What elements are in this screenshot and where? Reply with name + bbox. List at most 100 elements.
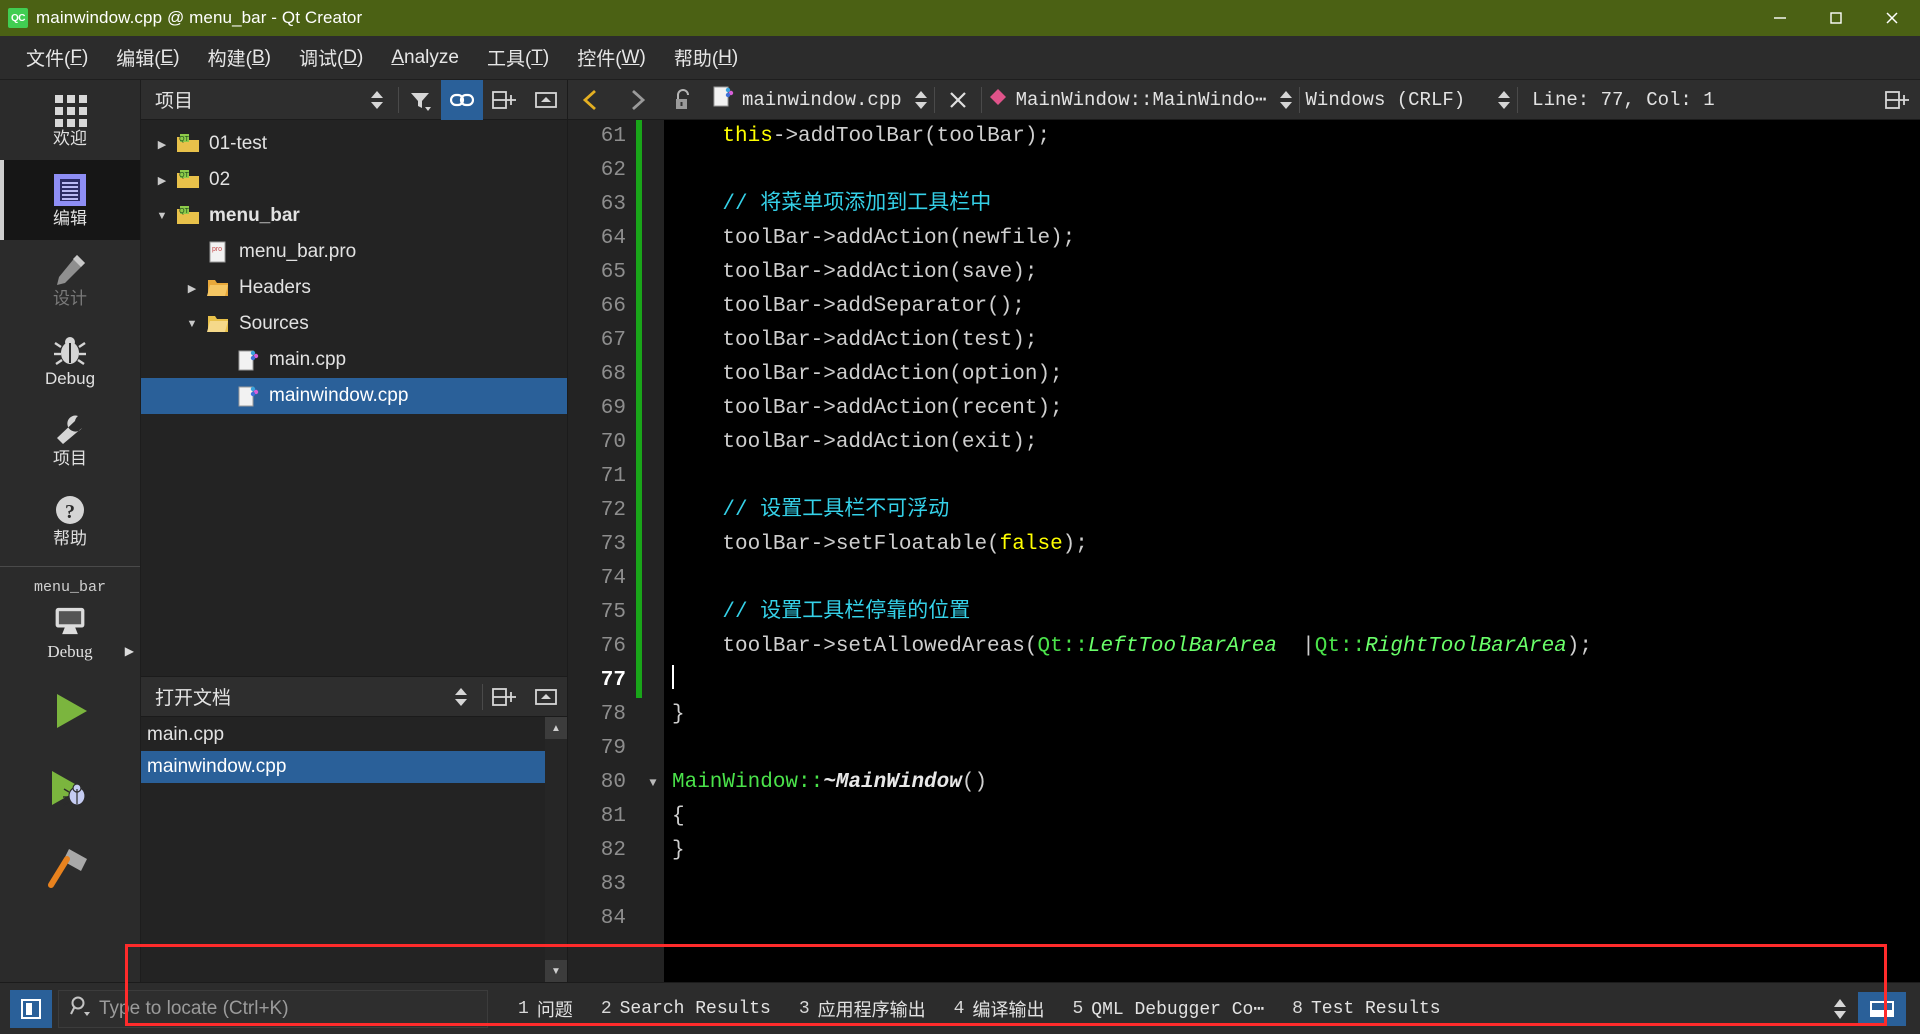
unlocked-icon[interactable] (660, 80, 706, 120)
mode-设计[interactable]: 设计 (0, 240, 140, 320)
scroll-down-icon[interactable]: ▼ (545, 960, 567, 982)
window-title: mainwindow.cpp @ menu_bar - Qt Creator (36, 8, 363, 27)
locator-placeholder: Type to locate (Ctrl+K) (99, 997, 289, 1019)
code-text[interactable]: this->addToolBar(toolBar); // 将菜单项添加到工具栏… (664, 120, 1920, 982)
maximize-button[interactable] (1808, 0, 1864, 36)
open-document-item[interactable]: main.cpp (141, 719, 545, 751)
menu-item-4[interactable]: 调试(D) (285, 36, 377, 80)
code-editor[interactable]: 61 62 63 64 65 66 67 68 69 70 71 72 73 74 75 76 77 78 79 80… (568, 120, 1920, 982)
current-file-selector[interactable]: mainwindow.cpp (706, 80, 934, 120)
output-pane-button[interactable]: 8 Test Results (1278, 990, 1454, 1028)
updown-arrows-icon[interactable] (1275, 90, 1293, 110)
project-tree[interactable]: ▶ QT 01-test ▶ QT 02 ▼ QT menu_bar pro menu_bar.pr… (141, 120, 567, 676)
run-button[interactable] (0, 672, 140, 750)
line-number: 84 (600, 907, 626, 930)
tree-item-label: 01-test (209, 133, 268, 154)
close-panel-icon[interactable] (525, 677, 567, 717)
split-add-icon[interactable] (1874, 80, 1920, 120)
code-line: toolBar->setAllowedAreas(Qt::LeftToolBar… (672, 635, 1593, 658)
symbol-selector[interactable]: MainWindow::MainWindo⋯ (982, 80, 1299, 120)
tree-item[interactable]: pro menu_bar.pro (141, 234, 567, 270)
tree-item[interactable]: mainwindow.cpp (141, 378, 567, 414)
svg-text:pro: pro (212, 246, 222, 253)
maximize-output-icon[interactable] (1858, 991, 1906, 1026)
updown-arrows-icon[interactable] (356, 80, 398, 120)
menu-item-3[interactable]: 构建(B) (194, 36, 285, 80)
chevron-right-icon[interactable]: ▶ (149, 174, 175, 187)
tree-item[interactable]: ▼ Sources (141, 306, 567, 342)
editor-area: mainwindow.cpp MainWindow::MainWindo⋯ Wi… (568, 80, 1920, 982)
mode-项目[interactable]: 项目 (0, 400, 140, 480)
menu-item-6[interactable]: 工具(T) (473, 36, 563, 80)
tree-item[interactable]: ▶ Headers (141, 270, 567, 306)
updown-arrows-icon[interactable] (1493, 90, 1511, 110)
minimize-button[interactable] (1752, 0, 1808, 36)
output-pane-button[interactable]: 4 编译输出 (940, 990, 1059, 1028)
mode-帮助[interactable]: ? 帮助 (0, 480, 140, 560)
menu-item-1[interactable]: 文件(F) (12, 36, 102, 80)
link-with-editor-icon[interactable] (441, 79, 483, 120)
split-add-icon[interactable] (483, 677, 525, 717)
menu-item-5[interactable]: Analyze (377, 36, 473, 80)
chevron-down-icon[interactable]: ▼ (149, 210, 175, 222)
open-document-item[interactable]: mainwindow.cpp (141, 751, 545, 783)
menu-item-2[interactable]: 编辑(E) (102, 36, 193, 80)
chevron-right-icon[interactable] (614, 80, 660, 120)
close-document-icon[interactable] (935, 80, 981, 120)
line-number-gutter: 61 62 63 64 65 66 67 68 69 70 71 72 73 74 75 76 77 78 79 80… (568, 120, 636, 982)
fold-marker-icon[interactable]: ▼ (642, 766, 664, 800)
open-documents-list[interactable]: main.cpp mainwindow.cpp ▲ ▼ (141, 717, 567, 982)
mode-欢迎[interactable]: 欢迎 (0, 80, 140, 160)
tree-item[interactable]: main.cpp (141, 342, 567, 378)
close-panel-icon[interactable] (525, 80, 567, 120)
output-pane-button[interactable]: 3 应用程序输出 (785, 990, 940, 1028)
updown-arrows-icon[interactable] (440, 677, 482, 717)
svg-text:?: ? (65, 501, 75, 523)
split-add-icon[interactable] (483, 80, 525, 120)
output-pane-label: Test Results (1310, 998, 1441, 1019)
fold-column[interactable]: ▼ (642, 120, 664, 982)
debug-run-button[interactable] (0, 750, 140, 828)
locator-input[interactable]: Type to locate (Ctrl+K) (58, 989, 488, 1028)
mode-label: 欢迎 (53, 129, 87, 148)
updown-arrows-icon[interactable] (910, 90, 928, 110)
sidebar-toggle-icon[interactable] (10, 989, 52, 1028)
close-button[interactable] (1864, 0, 1920, 36)
open-documents-scrollbar[interactable]: ▲ ▼ (545, 717, 567, 982)
question-circle-icon: ? (53, 493, 87, 527)
mode-Debug[interactable]: Debug (0, 320, 140, 400)
open-documents-toolbar: 打开文档 (141, 677, 567, 717)
scroll-up-icon[interactable]: ▲ (545, 717, 567, 739)
kit-selector[interactable]: Debug ▶ (0, 598, 140, 672)
chevron-right-icon[interactable]: ▶ (149, 138, 175, 151)
output-pane-button[interactable]: 2 Search Results (587, 990, 785, 1028)
updown-arrows-icon[interactable] (1828, 997, 1848, 1021)
chevron-right-icon[interactable]: ▶ (179, 282, 205, 295)
project-panel-title[interactable]: 项目 (141, 86, 356, 113)
output-pane-button[interactable]: 1 问题 (504, 990, 587, 1028)
code-line: // 设置工具栏不可浮动 (672, 499, 950, 522)
tree-item[interactable]: ▶ QT 02 (141, 162, 567, 198)
status-bar-right (1828, 991, 1920, 1026)
tree-item[interactable]: ▼ QT menu_bar (141, 198, 567, 234)
output-pane-button[interactable]: 5 QML Debugger Co⋯ (1058, 990, 1278, 1028)
scrollbar-track[interactable] (545, 739, 567, 960)
menu-item-8[interactable]: 帮助(H) (660, 36, 752, 80)
chevron-down-icon[interactable]: ▼ (179, 318, 205, 330)
open-documents-title[interactable]: 打开文档 (141, 683, 440, 710)
line-ending-selector[interactable]: Windows (CRLF) (1300, 80, 1518, 120)
chevron-left-icon[interactable] (568, 80, 614, 120)
mode-selector: 欢迎 编辑 设计 Debug 项目? 帮助 menu_bar Debug ▶ (0, 80, 141, 982)
menu-item-7[interactable]: 控件(W) (563, 36, 660, 80)
mode-编辑[interactable]: 编辑 (0, 160, 140, 240)
build-button[interactable] (0, 828, 140, 906)
tree-item[interactable]: ▶ QT 01-test (141, 126, 567, 162)
line-number: 76 (600, 635, 626, 658)
output-pane-label: 编译输出 (972, 1001, 1045, 1022)
filter-icon[interactable] (399, 80, 441, 120)
